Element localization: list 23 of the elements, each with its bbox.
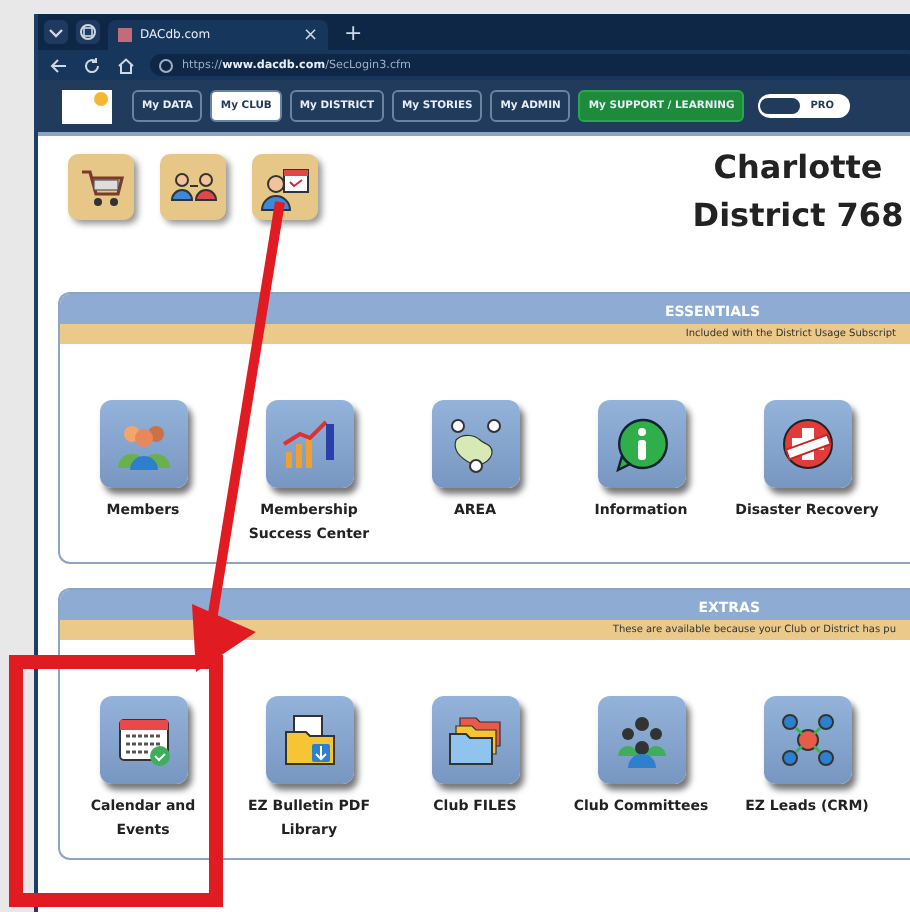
club-heading: District 768 — [690, 194, 906, 238]
app-tile-icon[interactable] — [265, 400, 353, 488]
people-swap-icon[interactable] — [160, 154, 226, 220]
home-icon[interactable] — [116, 55, 136, 75]
workspace-icon[interactable] — [76, 20, 100, 44]
app-tile-icon[interactable] — [431, 400, 519, 488]
app-tile-icon[interactable] — [597, 400, 685, 488]
site-favicon-icon — [118, 28, 132, 42]
app-tile-icon[interactable] — [265, 696, 353, 784]
tab-list-icon[interactable] — [44, 20, 68, 44]
new-tab-button[interactable]: + — [344, 19, 363, 45]
app-tile-icon[interactable] — [99, 400, 187, 488]
app-tile-icon[interactable] — [763, 400, 851, 488]
app-tile-icon[interactable] — [431, 696, 519, 784]
cart-icon[interactable] — [68, 154, 134, 220]
app-tile-icon[interactable] — [597, 696, 685, 784]
close-tab-button[interactable]: × — [302, 25, 318, 45]
person-calendar-icon[interactable] — [252, 154, 318, 220]
reload-icon[interactable] — [82, 55, 102, 75]
back-icon[interactable] — [48, 55, 68, 75]
app-tile-icon[interactable] — [763, 696, 851, 784]
app-tile-icon[interactable] — [99, 696, 187, 784]
club-heading: Charlotte — [711, 146, 885, 190]
